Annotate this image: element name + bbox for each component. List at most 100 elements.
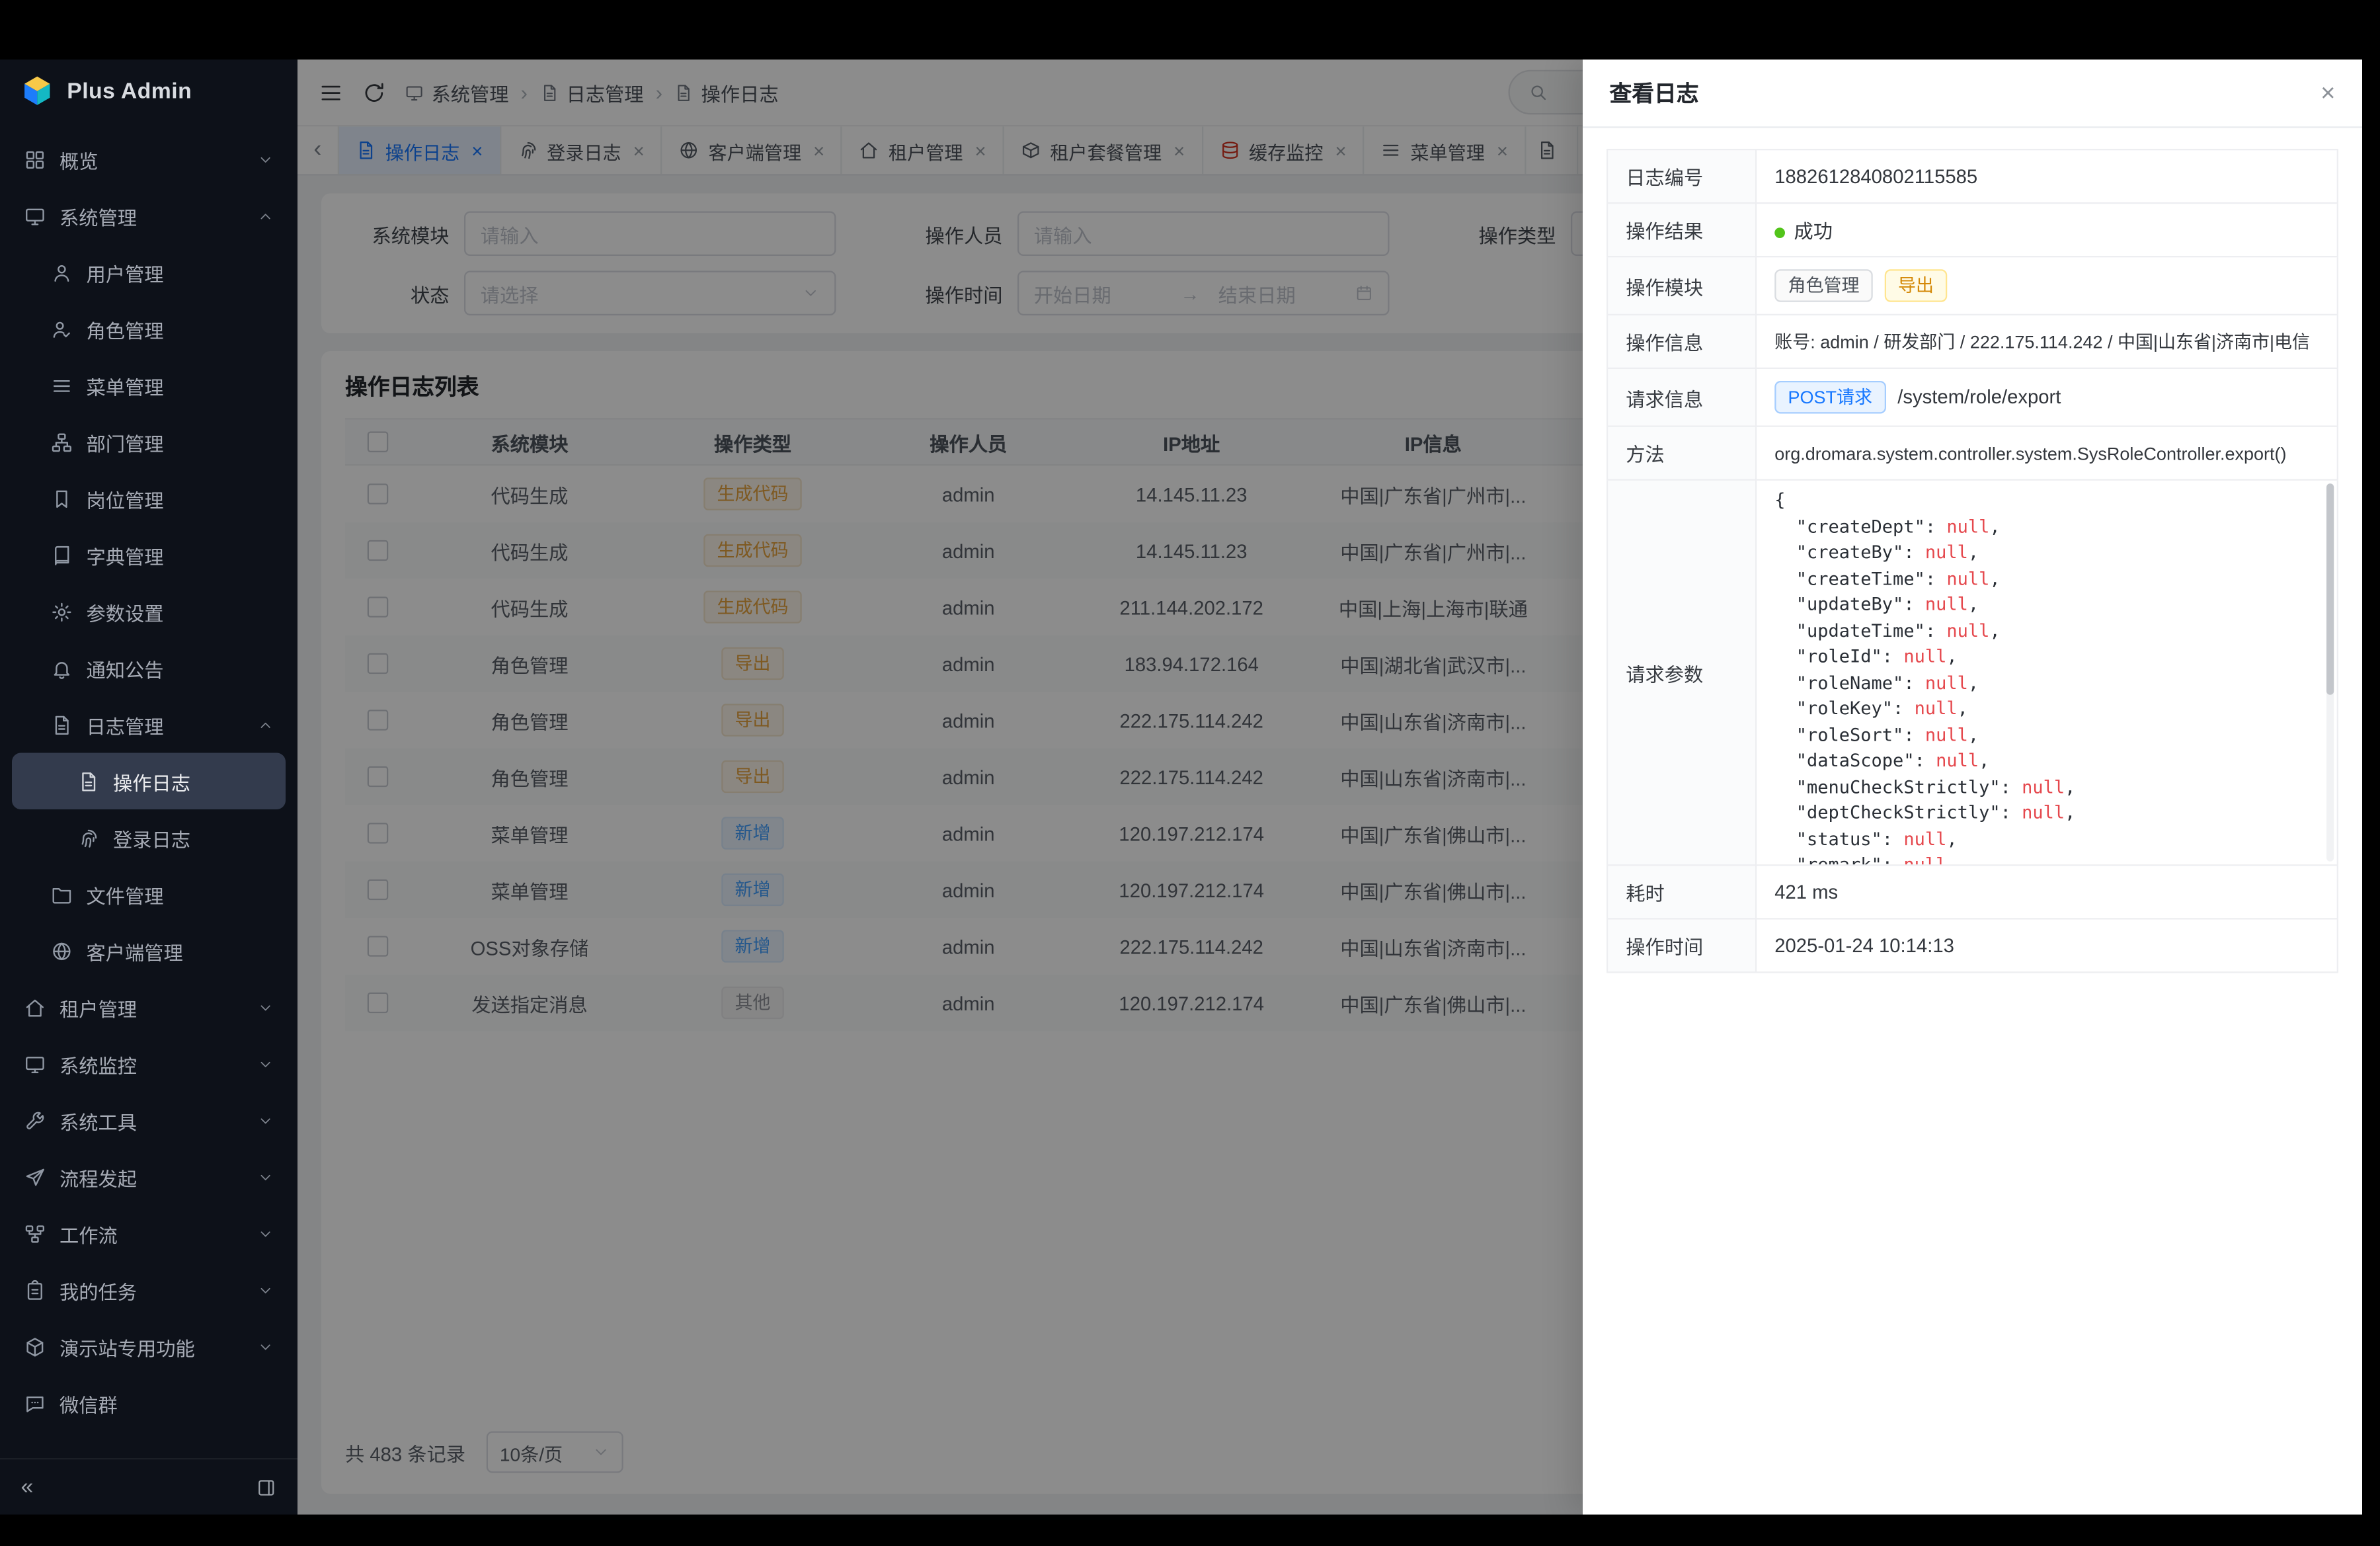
drawer-close-button[interactable]: × [2320, 81, 2335, 106]
sidebar-item[interactable]: 角色管理 [12, 301, 286, 358]
code-line: "updateTime": null, [1774, 618, 2316, 644]
sidebar-item-label: 通知公告 [87, 654, 245, 682]
sidebar-item[interactable]: 通知公告 [12, 640, 286, 697]
chat-icon [24, 1392, 46, 1414]
sidebar-item[interactable]: 岗位管理 [12, 470, 286, 527]
sidebar-item[interactable]: 流程发起 [12, 1149, 286, 1205]
code-line: "createTime": null, [1774, 566, 2316, 592]
cube-icon [24, 1335, 46, 1358]
time-row: 操作时间 2025-01-24 10:14:13 [1607, 918, 2338, 972]
sidebar-item-label: 系统监控 [60, 1049, 244, 1078]
sidebar-item-label: 操作日志 [113, 767, 244, 795]
request-params-code: { "createDept": null, "createBy": null, … [1757, 481, 2337, 865]
monitor-icon [24, 204, 46, 227]
sidebar-item[interactable]: 菜单管理 [12, 357, 286, 414]
user-icon [51, 261, 73, 284]
sidebar-item[interactable]: 字典管理 [12, 527, 286, 584]
log-detail-drawer: 查看日志 × 日志编号 1882612840802115585 操作结果 成功 [1583, 60, 2362, 1515]
code-line: "createDept": null, [1774, 514, 2316, 540]
sidebar-footer: « [0, 1458, 298, 1515]
sidebar-item-label: 微信群 [60, 1389, 244, 1417]
operation-time-value: 2025-01-24 10:14:13 [1756, 918, 2338, 972]
chevron-down-icon [257, 716, 274, 733]
sidebar-item[interactable]: 操作日志 [12, 753, 286, 810]
sidebar-item[interactable]: 参数设置 [12, 583, 286, 640]
chevron-down-icon [257, 1338, 274, 1355]
doc-icon [77, 770, 100, 792]
workflow-icon [24, 1222, 46, 1244]
panel-toggle-icon[interactable] [256, 1477, 277, 1498]
sidebar-item-label: 菜单管理 [87, 371, 245, 399]
log-icon [51, 713, 73, 736]
sidebar-item[interactable]: 系统工具 [12, 1092, 286, 1149]
sidebar-item-label: 用户管理 [87, 258, 245, 286]
drawer-body: 日志编号 1882612840802115585 操作结果 成功 操作模块 角色… [1583, 128, 2362, 1515]
sidebar-item[interactable]: 微信群 [12, 1375, 286, 1432]
sidebar-menu: 概览 系统管理 用户管理 角色管理 [0, 122, 298, 1459]
client-icon [51, 940, 73, 962]
chevron-down-icon [257, 151, 274, 167]
log-id-value: 1882612840802115585 [1756, 149, 2338, 203]
sidebar-item-label: 租户管理 [60, 993, 244, 1022]
sidebar-item[interactable]: 登录日志 [12, 809, 286, 866]
sidebar-item-label: 文件管理 [87, 880, 245, 909]
sidebar-item-label: 工作流 [60, 1219, 244, 1248]
code-line: "updateBy": null, [1774, 592, 2316, 618]
sidebar-item[interactable]: 我的任务 [12, 1262, 286, 1319]
app-title: Plus Admin [67, 78, 192, 103]
sidebar-item-label: 登录日志 [113, 823, 244, 852]
code-line: "menuCheckStrictly": null, [1774, 774, 2316, 800]
sidebar-item[interactable]: 系统监控 [12, 1036, 286, 1092]
tools-icon [24, 1109, 46, 1131]
send-icon [24, 1166, 46, 1188]
code-line: { [1774, 488, 2316, 514]
menu-lines-icon [51, 374, 73, 397]
sidebar-item[interactable]: 客户端管理 [12, 922, 286, 979]
chevron-down-icon [257, 1112, 274, 1129]
sidebar-item-label: 系统管理 [60, 202, 244, 230]
sidebar-item[interactable]: 演示站专用功能 [12, 1319, 286, 1375]
sidebar-item[interactable]: 概览 [12, 131, 286, 188]
sidebar-item-label: 演示站专用功能 [60, 1332, 244, 1361]
badge-icon [51, 487, 73, 510]
request-path: /system/role/export [1897, 386, 2061, 408]
bell-icon [51, 657, 73, 679]
login-log-icon [77, 827, 100, 849]
sidebar-item[interactable]: 租户管理 [12, 979, 286, 1036]
code-line: "status": null, [1774, 827, 2316, 852]
code-line: "createBy": null, [1774, 540, 2316, 566]
sidebar-item-label: 客户端管理 [87, 936, 245, 965]
sidebar-item[interactable]: 工作流 [12, 1205, 286, 1262]
sidebar-item[interactable]: 文件管理 [12, 866, 286, 923]
org-icon [51, 430, 73, 453]
module-tag: 角色管理 [1774, 269, 1873, 302]
screen: Plus Admin 概览 系统管理 用户管理 [0, 0, 2380, 1546]
method-value: org.dromara.system.controller.system.Sys… [1756, 427, 2338, 480]
drawer-title: 查看日志 [1610, 77, 1699, 108]
sidebar-item[interactable]: 日志管理 [12, 696, 286, 753]
sidebar-item[interactable]: 用户管理 [12, 244, 286, 301]
code-line: "roleId": null, [1774, 644, 2316, 670]
code-line: "deptCheckStrictly": null, [1774, 801, 2316, 827]
sidebar-item-label: 日志管理 [87, 710, 245, 739]
sidebar-item-label: 部门管理 [87, 428, 245, 456]
scrollbar-thumb[interactable] [2326, 483, 2334, 695]
sidebar-item[interactable]: 系统管理 [12, 188, 286, 245]
logo-icon [21, 75, 54, 108]
sidebar-item-label: 系统工具 [60, 1106, 244, 1135]
result-value: 成功 [1794, 220, 1833, 243]
tasks-icon [24, 1279, 46, 1301]
log-id-row: 日志编号 1882612840802115585 [1607, 149, 2338, 203]
sidebar-collapse-button[interactable]: « [21, 1475, 34, 1500]
sidebar-item-label: 角色管理 [87, 315, 245, 343]
grid-icon [24, 148, 46, 171]
duration-row: 耗时 421 ms [1607, 865, 2338, 918]
sidebar-item-label: 概览 [60, 145, 244, 173]
sidebar-item-label: 我的任务 [60, 1276, 244, 1304]
operation-info-value: 账号: admin / 研发部门 / 222.175.114.242 / 中国|… [1756, 315, 2338, 368]
info-row: 操作信息 账号: admin / 研发部门 / 222.175.114.242 … [1607, 315, 2338, 368]
module-row: 操作模块 角色管理导出 [1607, 257, 2338, 315]
sidebar-item[interactable]: 部门管理 [12, 414, 286, 471]
status-dot [1774, 227, 1785, 238]
scrollbar-track[interactable] [2326, 483, 2334, 862]
